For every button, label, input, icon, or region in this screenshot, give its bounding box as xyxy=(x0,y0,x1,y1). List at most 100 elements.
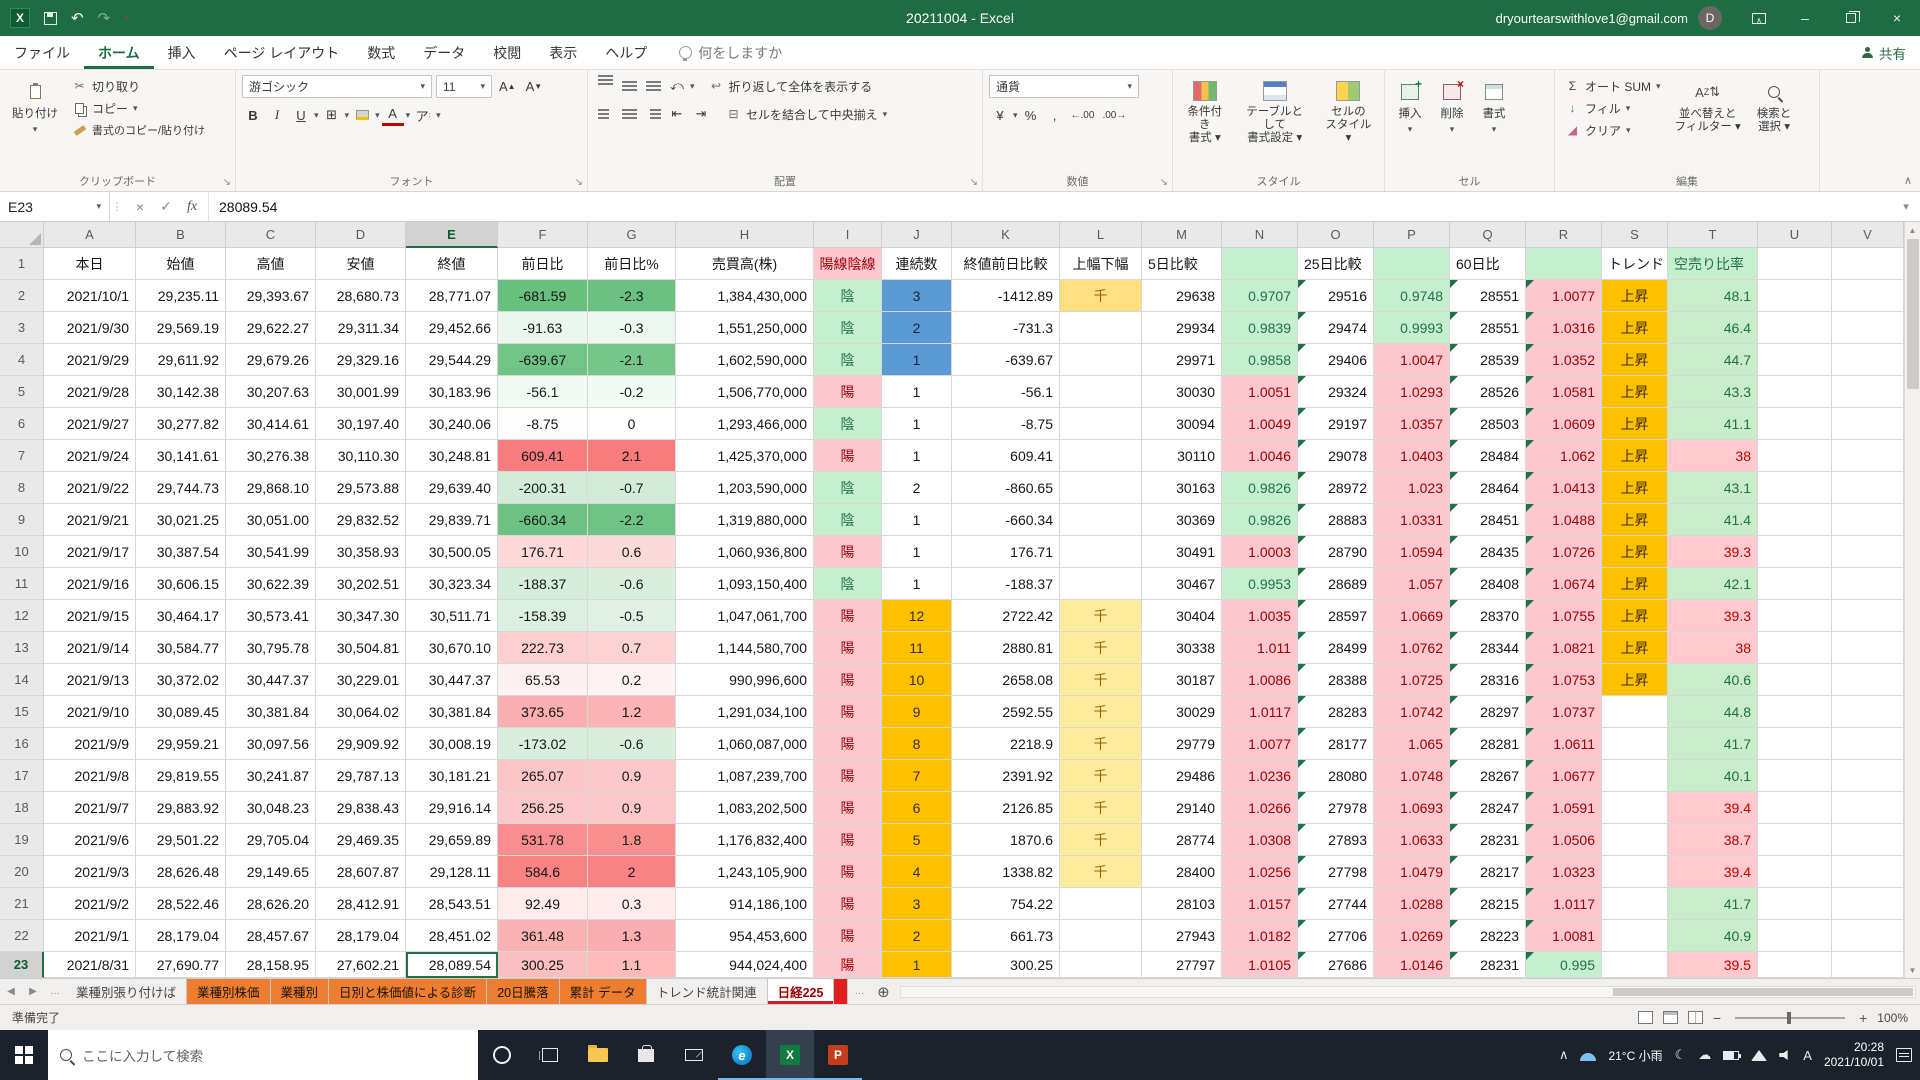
new-sheet-button[interactable]: ⊕ xyxy=(870,979,896,1004)
cell-G7[interactable]: 2.1 xyxy=(588,440,676,472)
cell-E15[interactable]: 30,381.84 xyxy=(406,696,498,728)
cell-J7[interactable]: 1 xyxy=(882,440,952,472)
cell-J18[interactable]: 6 xyxy=(882,792,952,824)
cell-R11[interactable]: 1.0674 xyxy=(1526,568,1602,600)
cell-Q19[interactable]: 28231 xyxy=(1450,824,1526,856)
row-header-21[interactable]: 21 xyxy=(0,888,44,920)
cell-R9[interactable]: 1.0488 xyxy=(1526,504,1602,536)
cell-G23[interactable]: 1.1 xyxy=(588,952,676,978)
column-header-R[interactable]: R xyxy=(1526,222,1602,248)
cell-R19[interactable]: 1.0506 xyxy=(1526,824,1602,856)
file-explorer-button[interactable] xyxy=(574,1030,622,1080)
cell-D22[interactable]: 28,179.04 xyxy=(316,920,406,952)
increase-font-icon[interactable]: A▲ xyxy=(496,76,519,98)
cell-I9[interactable]: 陰 xyxy=(814,504,882,536)
cell-B12[interactable]: 30,464.17 xyxy=(136,600,226,632)
cell-L21[interactable] xyxy=(1060,888,1142,920)
undo-icon[interactable]: ↶ xyxy=(71,9,84,27)
cell-O10[interactable]: 28790 xyxy=(1298,536,1374,568)
cell-A3[interactable]: 2021/9/30 xyxy=(44,312,136,344)
cell-R7[interactable]: 1.062 xyxy=(1526,440,1602,472)
cell-E10[interactable]: 30,500.05 xyxy=(406,536,498,568)
cell-T14[interactable]: 40.6 xyxy=(1668,664,1758,696)
cell-K19[interactable]: 1870.6 xyxy=(952,824,1060,856)
phonetic-guide-icon[interactable]: ア: xyxy=(412,104,434,126)
cell-A5[interactable]: 2021/9/28 xyxy=(44,376,136,408)
cell-M2[interactable]: 29638 xyxy=(1142,280,1222,312)
sheet-nav-right-icon[interactable]: ▶ xyxy=(22,979,44,1004)
cell-C10[interactable]: 30,541.99 xyxy=(226,536,316,568)
cell-G5[interactable]: -0.2 xyxy=(588,376,676,408)
cell-H12[interactable]: 1,047,061,700 xyxy=(676,600,814,632)
clear-button[interactable]: ◢クリア▾ xyxy=(1561,119,1665,141)
cell-O7[interactable]: 29078 xyxy=(1298,440,1374,472)
underline-dropdown-icon[interactable]: ▾ xyxy=(314,110,319,121)
cell-F10[interactable]: 176.71 xyxy=(498,536,588,568)
currency-format-icon[interactable]: ¥ xyxy=(989,104,1011,126)
cell-G22[interactable]: 1.3 xyxy=(588,920,676,952)
underline-button[interactable]: U xyxy=(290,104,312,126)
cell-B19[interactable]: 29,501.22 xyxy=(136,824,226,856)
column-header-E[interactable]: E xyxy=(406,222,498,248)
cell-H22[interactable]: 954,453,600 xyxy=(676,920,814,952)
cell-S11[interactable]: 上昇 xyxy=(1602,568,1668,600)
cell-Q20[interactable]: 28217 xyxy=(1450,856,1526,888)
cell-A11[interactable]: 2021/9/16 xyxy=(44,568,136,600)
cell-J19[interactable]: 5 xyxy=(882,824,952,856)
cell-U10[interactable] xyxy=(1758,536,1832,568)
cell-A10[interactable]: 2021/9/17 xyxy=(44,536,136,568)
cell-F23[interactable]: 300.25 xyxy=(498,952,588,978)
cell-A21[interactable]: 2021/9/2 xyxy=(44,888,136,920)
cell-O19[interactable]: 27893 xyxy=(1298,824,1374,856)
cell-E18[interactable]: 29,916.14 xyxy=(406,792,498,824)
cell-M14[interactable]: 30187 xyxy=(1142,664,1222,696)
cell-A23[interactable]: 2021/8/31 xyxy=(44,952,136,978)
sheet-tab-20日騰落[interactable]: 20日騰落 xyxy=(487,979,559,1004)
cell-C19[interactable]: 29,705.04 xyxy=(226,824,316,856)
cell-S7[interactable]: 上昇 xyxy=(1602,440,1668,472)
volume-icon[interactable] xyxy=(1779,1050,1791,1060)
column-header-P[interactable]: P xyxy=(1374,222,1450,248)
cell-J10[interactable]: 1 xyxy=(882,536,952,568)
cell-D10[interactable]: 30,358.93 xyxy=(316,536,406,568)
cell-B3[interactable]: 29,569.19 xyxy=(136,312,226,344)
cell-R10[interactable]: 1.0726 xyxy=(1526,536,1602,568)
cell-D3[interactable]: 29,311.34 xyxy=(316,312,406,344)
cell-B22[interactable]: 28,179.04 xyxy=(136,920,226,952)
cell-S6[interactable]: 上昇 xyxy=(1602,408,1668,440)
ribbon-tab-ページ レイアウト[interactable]: ページ レイアウト xyxy=(210,36,354,69)
cell-R15[interactable]: 1.0737 xyxy=(1526,696,1602,728)
row-header-14[interactable]: 14 xyxy=(0,664,44,696)
cell-E21[interactable]: 28,543.51 xyxy=(406,888,498,920)
cell-L22[interactable] xyxy=(1060,920,1142,952)
cell-H21[interactable]: 914,186,100 xyxy=(676,888,814,920)
field-header-O[interactable]: 25日比較 xyxy=(1298,248,1374,280)
tell-me-box[interactable]: 何をしますか xyxy=(679,43,782,63)
increase-indent-icon[interactable]: ⇥ xyxy=(690,103,712,125)
cell-V4[interactable] xyxy=(1832,344,1904,376)
cell-G17[interactable]: 0.9 xyxy=(588,760,676,792)
column-header-C[interactable]: C xyxy=(226,222,316,248)
decrease-font-icon[interactable]: A▼ xyxy=(523,76,546,98)
sheet-tab-日別と株価値による診断[interactable]: 日別と株価値による診断 xyxy=(329,979,487,1004)
cell-L4[interactable] xyxy=(1060,344,1142,376)
cell-I12[interactable]: 陽 xyxy=(814,600,882,632)
cell-V10[interactable] xyxy=(1832,536,1904,568)
cell-L5[interactable] xyxy=(1060,376,1142,408)
cell-I14[interactable]: 陽 xyxy=(814,664,882,696)
cell-J9[interactable]: 1 xyxy=(882,504,952,536)
cell-L11[interactable] xyxy=(1060,568,1142,600)
cell-M17[interactable]: 29486 xyxy=(1142,760,1222,792)
cell-M23[interactable]: 27797 xyxy=(1142,952,1222,978)
cell-A8[interactable]: 2021/9/22 xyxy=(44,472,136,504)
excel-app-icon[interactable]: X xyxy=(10,8,30,28)
edge-button[interactable]: e xyxy=(718,1030,766,1080)
cell-I3[interactable]: 陰 xyxy=(814,312,882,344)
cell-B18[interactable]: 29,883.92 xyxy=(136,792,226,824)
cell-O23[interactable]: 27686 xyxy=(1298,952,1374,978)
vertical-scrollbar[interactable]: ▲ ▼ xyxy=(1904,222,1920,978)
increase-decimal-icon[interactable]: ←.00 xyxy=(1068,104,1098,126)
ribbon-tab-ホーム[interactable]: ホーム xyxy=(84,36,154,69)
row-header-17[interactable]: 17 xyxy=(0,760,44,792)
cell-G2[interactable]: -2.3 xyxy=(588,280,676,312)
